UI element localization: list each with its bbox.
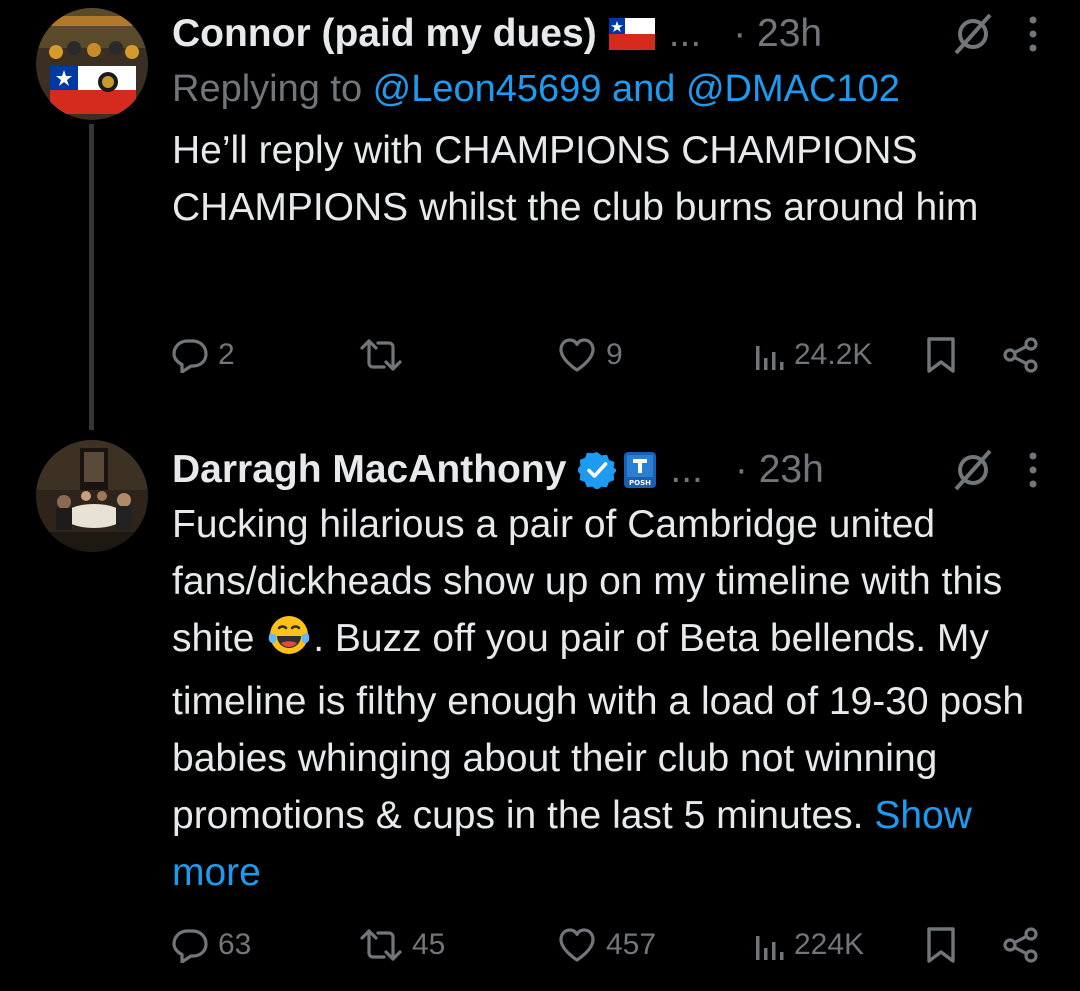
tweet-text: Fucking hilarious a pair of Cambridge un…	[172, 496, 1040, 901]
tweet-header: Darragh MacAnthony POSH ... · 23h	[172, 444, 1040, 496]
reply-handle-leon[interactable]: @Leon45699	[373, 68, 602, 110]
share-icon	[1002, 336, 1040, 374]
views-icon	[754, 928, 784, 962]
views-icon	[754, 338, 784, 372]
share-icon	[1002, 926, 1040, 964]
reply-icon	[172, 337, 208, 373]
author-name[interactable]: Connor (paid my dues)	[172, 12, 597, 56]
views-count: 224K	[794, 928, 865, 961]
thread-line	[89, 124, 94, 430]
grok-icon[interactable]	[950, 447, 996, 493]
club-badge-icon[interactable]: POSH	[624, 452, 657, 488]
avatar[interactable]	[36, 8, 148, 120]
retweet-button[interactable]: 45	[360, 920, 445, 970]
like-button[interactable]: 457	[558, 920, 656, 970]
reply-icon	[172, 927, 208, 963]
tweet-actions: 2 9 24.2K	[172, 330, 1042, 380]
reply-button[interactable]: 2	[172, 330, 235, 380]
avatar[interactable]	[36, 440, 148, 552]
like-icon	[558, 927, 596, 963]
bookmark-button[interactable]	[926, 920, 956, 970]
tweet-text: He’ll reply with CHAMPIONS CHAMPIONS CHA…	[172, 129, 979, 229]
reply-count: 2	[218, 338, 235, 371]
timestamp[interactable]: · 23h	[733, 12, 822, 56]
like-icon	[558, 337, 596, 373]
share-button[interactable]	[1002, 920, 1040, 970]
verified-icon[interactable]	[578, 451, 617, 489]
retweet-icon	[360, 337, 402, 373]
reply-count: 63	[218, 928, 252, 961]
bookmark-icon	[926, 926, 956, 964]
tweet-content: Connor (paid my dues) ... · 23h Replying…	[172, 8, 1040, 236]
timestamp[interactable]: · 23h	[735, 448, 824, 492]
more-vertical-icon[interactable]	[1028, 450, 1038, 490]
retweet-button[interactable]	[360, 330, 412, 380]
timeline: Connor (paid my dues) ... · 23h Replying…	[0, 0, 1080, 991]
share-button[interactable]	[1002, 330, 1040, 380]
bookmark-button[interactable]	[926, 330, 956, 380]
author-name[interactable]: Darragh MacAnthony	[172, 448, 566, 492]
like-count: 457	[606, 928, 657, 961]
tweet-content: Darragh MacAnthony POSH ... · 23h Fuckin…	[172, 444, 1040, 901]
like-button[interactable]: 9	[558, 330, 623, 380]
views-button[interactable]: 24.2K	[754, 330, 872, 380]
replying-to: Replying to @Leon45699 and @DMAC102	[172, 64, 1040, 114]
laughing-tears-emoji-icon	[267, 613, 311, 673]
name-truncation: ...	[668, 12, 702, 55]
like-count: 9	[606, 338, 623, 371]
tweet-actions: 63 45 457 224K	[172, 920, 1042, 970]
reply-and: and	[601, 68, 686, 110]
more-vertical-icon[interactable]	[1028, 14, 1038, 54]
reply-button[interactable]: 63	[172, 920, 251, 970]
retweet-count: 45	[412, 928, 446, 961]
views-button[interactable]: 224K	[754, 920, 864, 970]
bookmark-icon	[926, 336, 956, 374]
retweet-icon	[360, 927, 402, 963]
name-truncation: ...	[670, 448, 703, 491]
replying-to-label: Replying to	[172, 68, 373, 110]
views-count: 24.2K	[794, 338, 873, 371]
club-badge-text: POSH	[629, 479, 651, 487]
grok-icon[interactable]	[950, 11, 996, 57]
chile-flag-icon	[608, 18, 655, 50]
tweet-header: Connor (paid my dues) ... · 23h	[172, 8, 1040, 60]
reply-handle-dmac[interactable]: @DMAC102	[686, 68, 900, 110]
